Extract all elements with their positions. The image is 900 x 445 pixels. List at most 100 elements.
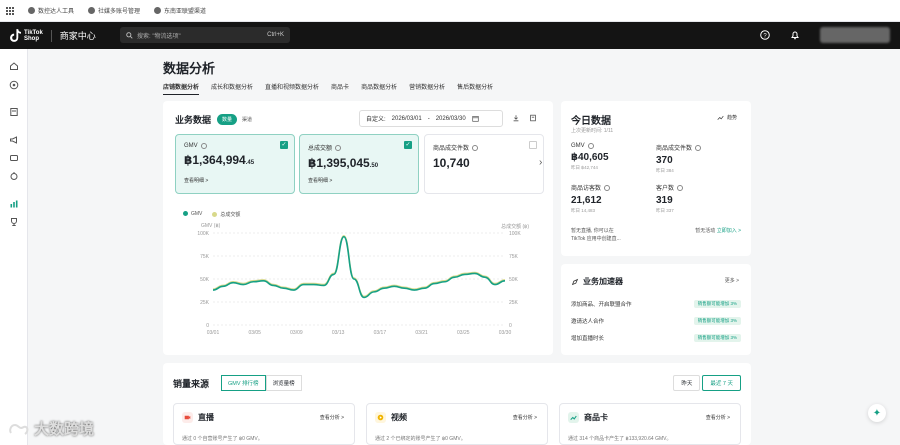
search-input[interactable]: 搜索: "物流选项" Ctrl+K — [120, 27, 290, 43]
metric-card-gmv[interactable]: GMV ฿1,364,994.45 查看明细 > ✓ — [175, 134, 295, 194]
info-icon[interactable] — [587, 143, 594, 149]
download-icon[interactable] — [512, 114, 520, 122]
tab-live-video[interactable]: 直播和视频数据分析 — [265, 82, 319, 95]
info-icon[interactable] — [472, 144, 479, 151]
megaphone-icon[interactable] — [9, 135, 19, 145]
apps-icon[interactable] — [6, 6, 14, 15]
checkbox-unchecked[interactable] — [529, 141, 537, 149]
calendar-icon — [472, 116, 479, 122]
tab-after-sales[interactable]: 售后数据分析 — [457, 82, 493, 95]
sales-tabs: GMV 排行榜 浏览量榜 — [221, 375, 302, 391]
sidebar — [0, 49, 28, 445]
tile-compare: 昨日 ฿42,744 — [571, 165, 598, 170]
analytics-icon[interactable] — [9, 199, 19, 209]
info-icon[interactable] — [677, 184, 684, 191]
watermark: 大数跨境 — [8, 418, 94, 439]
info-icon[interactable] — [695, 144, 702, 151]
watermark-text: 大数跨境 — [34, 421, 95, 438]
tile-compare: 昨日 384 — [656, 168, 674, 173]
accelerator-label: 增加直播时长 — [571, 336, 605, 342]
tab-product[interactable]: 商品数据分析 — [361, 82, 397, 95]
metric-label: 商品成交件数 — [433, 146, 470, 152]
y-tick-left: 75K — [200, 254, 210, 260]
tab-views-ranking[interactable]: 浏览量榜 — [265, 375, 302, 391]
join-now-link[interactable]: 立即加入 > — [717, 228, 741, 234]
tiktok-icon — [10, 29, 21, 42]
trend-icon — [717, 115, 724, 120]
info-icon[interactable] — [335, 144, 342, 151]
globe-icon — [28, 7, 35, 14]
logo-line-2: Shop — [24, 35, 39, 42]
tab-growth[interactable]: 成长和数据分析 — [211, 82, 253, 95]
more-link[interactable]: 更多 > — [725, 277, 739, 284]
info-icon[interactable] — [604, 184, 611, 191]
view-analysis-link[interactable]: 查看分析 > — [320, 414, 344, 421]
last-updated: 上次更新时间: 1/11 — [571, 128, 614, 134]
toggle-quantity[interactable]: 数量 — [217, 114, 238, 125]
live-text-2: TikTok 应用中创建直... — [571, 236, 621, 242]
bookmark-item[interactable]: 数控达人工具 — [28, 6, 74, 15]
tile-value: ฿40,605 — [571, 152, 609, 163]
source-card-video: 视频 查看分析 > 通过 2 个已绑定的账号产生了 ฿0 GMV。 — [366, 403, 548, 445]
view-analysis-link[interactable]: 查看分析 > — [513, 414, 537, 421]
bookmark-item[interactable]: 社媒多账号管理 — [88, 6, 140, 15]
target-icon[interactable] — [9, 80, 19, 90]
y-tick-left: 50K — [200, 277, 210, 283]
tiktok-shop-logo[interactable]: TikTok Shop 商家中心 — [10, 29, 96, 42]
today-data-panel: 今日数据 上次更新时间: 1/11 趋势 GMV ฿40,605 昨日 ฿42,… — [561, 101, 751, 256]
today-tile-customers: 客户数 319 昨日 337 — [656, 183, 736, 214]
business-data-card: 业务数据 数量 渠道 自定义: 2026/03/01 - 2026/03/30 … — [163, 101, 553, 355]
toggle-channel[interactable]: 渠道 — [237, 114, 257, 125]
help-icon[interactable]: ? — [760, 30, 770, 40]
orders-icon[interactable] — [9, 107, 19, 117]
video-icon[interactable] — [9, 153, 19, 163]
today-title: 今日数据 — [571, 116, 611, 127]
accelerator-header: 业务加速器 — [571, 276, 623, 287]
checkbox-checked[interactable]: ✓ — [404, 141, 412, 149]
source-desc: 通过 0 个自营账号产生了 ฿0 GMV。 — [182, 436, 263, 442]
business-accelerator: 业务加速器 更多 > 添加商品、开启联盟合作 销售额可能增加 3% 邀请达人合作销… — [561, 264, 751, 355]
checkbox-checked[interactable]: ✓ — [280, 141, 288, 149]
tab-shop-analytics[interactable]: 店铺数据分析 — [163, 82, 200, 95]
view-details-link[interactable]: 查看明细 > — [308, 177, 332, 184]
wallet-icon[interactable] — [9, 171, 19, 181]
search-icon — [126, 31, 133, 39]
metric-card-items[interactable]: 商品成交件数 10,740 — [424, 134, 544, 194]
tab-gmv-ranking[interactable]: GMV 排行榜 — [221, 375, 266, 391]
view-analysis-link[interactable]: 查看分析 > — [706, 414, 730, 421]
metric-value-main: ฿1,364,994 — [184, 153, 246, 167]
chevron-right-icon[interactable]: › — [539, 157, 542, 168]
y-tick-left: 0 — [206, 323, 209, 329]
watermark-logo-icon — [9, 423, 29, 435]
view-details-link[interactable]: 查看明细 > — [184, 177, 208, 184]
date-end: 2026/03/30 — [435, 115, 466, 122]
range-last-7-days[interactable]: 最近 7 天 — [702, 375, 741, 391]
trend-link[interactable]: 趋势 — [717, 114, 737, 121]
bookmark-item[interactable]: 东南亚联盟渠道 — [154, 6, 206, 15]
tab-marketing[interactable]: 营销数据分析 — [409, 82, 445, 95]
tile-label: 商品访客数 — [571, 186, 602, 192]
range-yesterday[interactable]: 昨天 — [673, 375, 701, 391]
live-icon — [182, 412, 193, 423]
tile-label: GMV — [571, 143, 585, 149]
user-account[interactable] — [820, 27, 890, 43]
settings-icon[interactable] — [529, 114, 537, 122]
date-range-picker[interactable]: 自定义: 2026/03/01 - 2026/03/30 — [359, 110, 503, 127]
metric-card-total[interactable]: 总成交额 ฿1,395,045.50 查看明细 > ✓ — [299, 134, 419, 194]
source-title: 直播 — [198, 413, 214, 422]
tile-compare: 昨日 14,483 — [571, 208, 596, 213]
y-tick-right: 100K — [509, 231, 521, 237]
bell-icon[interactable] — [790, 30, 800, 40]
date-separator: - — [427, 115, 430, 122]
home-icon[interactable] — [9, 61, 19, 71]
ai-assistant-button[interactable]: ✦ — [868, 404, 886, 422]
accelerator-tag: 销售额可能增加 3% — [693, 334, 741, 342]
today-tile-visitors: 商品访客数 21,612 昨日 14,483 — [571, 183, 651, 214]
accelerator-title: 业务加速器 — [583, 277, 623, 286]
accelerator-row[interactable]: 添加商品、开启联盟合作 销售额可能增加 3% — [571, 300, 741, 308]
tab-product-card[interactable]: 商品卡 — [331, 82, 349, 95]
trophy-icon[interactable] — [9, 217, 19, 227]
info-icon[interactable] — [200, 143, 207, 149]
accelerator-row[interactable]: 增加直播时长 销售额可能增加 3% — [571, 334, 741, 342]
accelerator-row[interactable]: 邀请达人合作 销售额可能增加 3% — [571, 317, 741, 325]
